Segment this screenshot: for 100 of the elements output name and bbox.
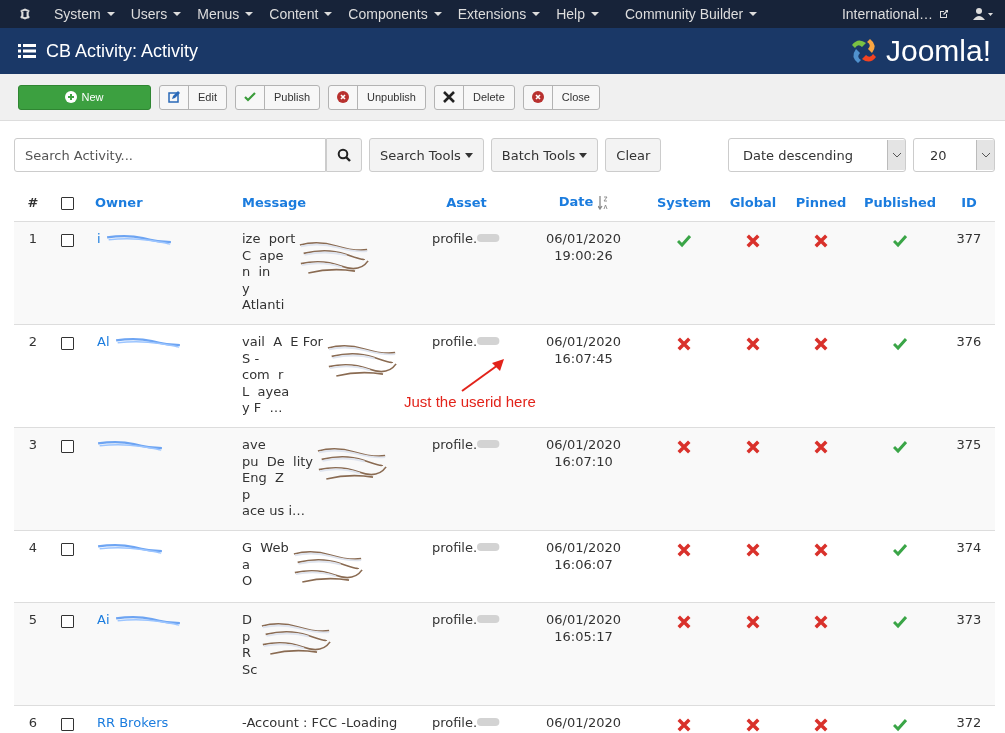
message-text: vail A E For S - com r L ayea y F … bbox=[242, 334, 323, 417]
nav-menu[interactable]: Users bbox=[130, 0, 182, 28]
chevron-down-icon bbox=[891, 152, 902, 158]
row-checkbox[interactable] bbox=[61, 615, 74, 628]
logo-text: Joomla! bbox=[885, 34, 991, 68]
search-icon bbox=[337, 148, 351, 162]
column-header-link[interactable]: Message bbox=[242, 194, 307, 210]
owner-name-link[interactable]: RR Brokers bbox=[97, 715, 169, 732]
time-text: 16:07:10 bbox=[553, 453, 614, 470]
blurred-id-drawing bbox=[477, 233, 502, 243]
edit-icon bbox=[168, 91, 180, 103]
select-all-checkbox[interactable] bbox=[61, 196, 74, 210]
time-text: 16:06:07 bbox=[553, 556, 614, 573]
nav-menu[interactable]: Menus bbox=[197, 0, 254, 28]
row-number: 3 bbox=[14, 427, 52, 531]
row-number: 1 bbox=[14, 221, 52, 325]
time-text: 16:05:17 bbox=[553, 628, 614, 645]
blurred-id-drawing bbox=[477, 717, 502, 727]
cross-icon[interactable] bbox=[814, 543, 828, 557]
cross-icon[interactable] bbox=[746, 718, 760, 732]
check-icon[interactable] bbox=[893, 440, 907, 454]
row-checkbox[interactable] bbox=[61, 440, 74, 453]
chevron-down-icon bbox=[980, 152, 991, 158]
nav-menu[interactable]: Help bbox=[556, 0, 599, 28]
date-text: 06/01/2020 bbox=[545, 715, 622, 732]
column-header-link[interactable]: Published bbox=[863, 194, 937, 210]
id-text: 373 bbox=[943, 602, 995, 706]
filter-button[interactable]: Clear bbox=[605, 138, 662, 172]
check-icon[interactable] bbox=[893, 337, 907, 351]
owner-name-link[interactable]: Ai bbox=[97, 612, 110, 629]
blurred-id-drawing bbox=[477, 336, 502, 346]
row-checkbox[interactable] bbox=[61, 234, 74, 247]
cross-icon[interactable] bbox=[814, 440, 828, 454]
site-link[interactable]: International… bbox=[841, 0, 933, 28]
row-checkbox[interactable] bbox=[61, 543, 74, 556]
check-icon[interactable] bbox=[893, 234, 907, 248]
cross-icon[interactable] bbox=[746, 543, 760, 557]
search-button[interactable] bbox=[326, 138, 362, 172]
message-text: D p R Sc bbox=[242, 612, 258, 679]
toolbar-button[interactable]: Delete bbox=[433, 84, 515, 110]
toolbar-button[interactable]: Unpublish bbox=[328, 84, 426, 110]
check-icon[interactable] bbox=[677, 234, 691, 248]
date-text: 06/01/2020 bbox=[545, 334, 622, 351]
row-number: 5 bbox=[14, 602, 52, 706]
message-text: ave pu De lity Eng Z p ace us i… bbox=[242, 437, 314, 520]
check-icon bbox=[243, 91, 256, 103]
id-text: 372 bbox=[943, 705, 995, 733]
message-text: G Web a O bbox=[242, 540, 289, 590]
blurred-id-drawing bbox=[477, 614, 502, 624]
nav-menu[interactable]: Content bbox=[269, 0, 333, 28]
column-header-link[interactable]: Owner bbox=[95, 194, 143, 210]
cancel-icon bbox=[531, 91, 544, 103]
annotation-text: Just the userid here bbox=[404, 393, 536, 410]
cross-icon[interactable] bbox=[746, 615, 760, 629]
limit-select[interactable]: 20 bbox=[913, 138, 995, 172]
nav-menu[interactable]: Components bbox=[348, 0, 442, 28]
check-icon[interactable] bbox=[893, 543, 907, 557]
row-checkbox[interactable] bbox=[61, 718, 74, 731]
owner-name-link[interactable]: Al bbox=[97, 334, 110, 351]
nav-menu[interactable]: Community Builder bbox=[625, 0, 758, 28]
nav-menu[interactable]: System bbox=[54, 0, 115, 28]
column-header-link[interactable]: Pinned bbox=[795, 194, 847, 210]
toolbar-button[interactable]: Edit bbox=[159, 84, 227, 110]
column-header-link[interactable]: Asset bbox=[446, 194, 487, 210]
annotation-arrow bbox=[460, 357, 506, 393]
nav-menu[interactable]: Extensions bbox=[457, 0, 541, 28]
column-header-link[interactable]: Date bbox=[558, 194, 594, 210]
owner-name-link[interactable]: i bbox=[97, 231, 101, 248]
cross-icon[interactable] bbox=[677, 440, 691, 454]
asset-text: profile. bbox=[431, 540, 478, 555]
cross-icon[interactable] bbox=[814, 615, 828, 629]
column-header-link[interactable]: System bbox=[656, 194, 712, 210]
cross-icon[interactable] bbox=[814, 234, 828, 248]
search-field[interactable]: Search Activity... bbox=[14, 138, 326, 172]
column-header-link[interactable]: ID bbox=[961, 194, 977, 210]
row-checkbox[interactable] bbox=[61, 337, 74, 350]
check-icon[interactable] bbox=[893, 615, 907, 629]
cross-icon[interactable] bbox=[746, 234, 760, 248]
check-icon[interactable] bbox=[893, 718, 907, 732]
cross-icon[interactable] bbox=[677, 718, 691, 732]
user-menu-icon[interactable] bbox=[973, 8, 993, 20]
toolbar-button[interactable]: Publish bbox=[234, 84, 321, 110]
date-text: 06/01/2020 bbox=[545, 437, 622, 454]
delete-icon bbox=[442, 91, 455, 103]
filter-button[interactable]: Batch Tools bbox=[490, 138, 599, 172]
cross-icon[interactable] bbox=[677, 615, 691, 629]
cross-icon[interactable] bbox=[677, 543, 691, 557]
filter-button[interactable]: Search Tools bbox=[369, 138, 484, 172]
toolbar-button[interactable]: Close bbox=[522, 84, 600, 110]
cross-icon[interactable] bbox=[746, 337, 760, 351]
blurred-id-drawing bbox=[477, 542, 502, 552]
asset-text: profile. bbox=[431, 334, 478, 349]
cross-icon[interactable] bbox=[814, 337, 828, 351]
time-text: 19:00:26 bbox=[553, 247, 614, 264]
cross-icon[interactable] bbox=[677, 337, 691, 351]
column-header-link[interactable]: Global bbox=[729, 194, 777, 210]
message-text: -Account : FCC -Loading bbox=[242, 715, 398, 732]
cross-icon[interactable] bbox=[814, 718, 828, 732]
ordering-select[interactable]: Date descending bbox=[728, 138, 906, 172]
cross-icon[interactable] bbox=[746, 440, 760, 454]
